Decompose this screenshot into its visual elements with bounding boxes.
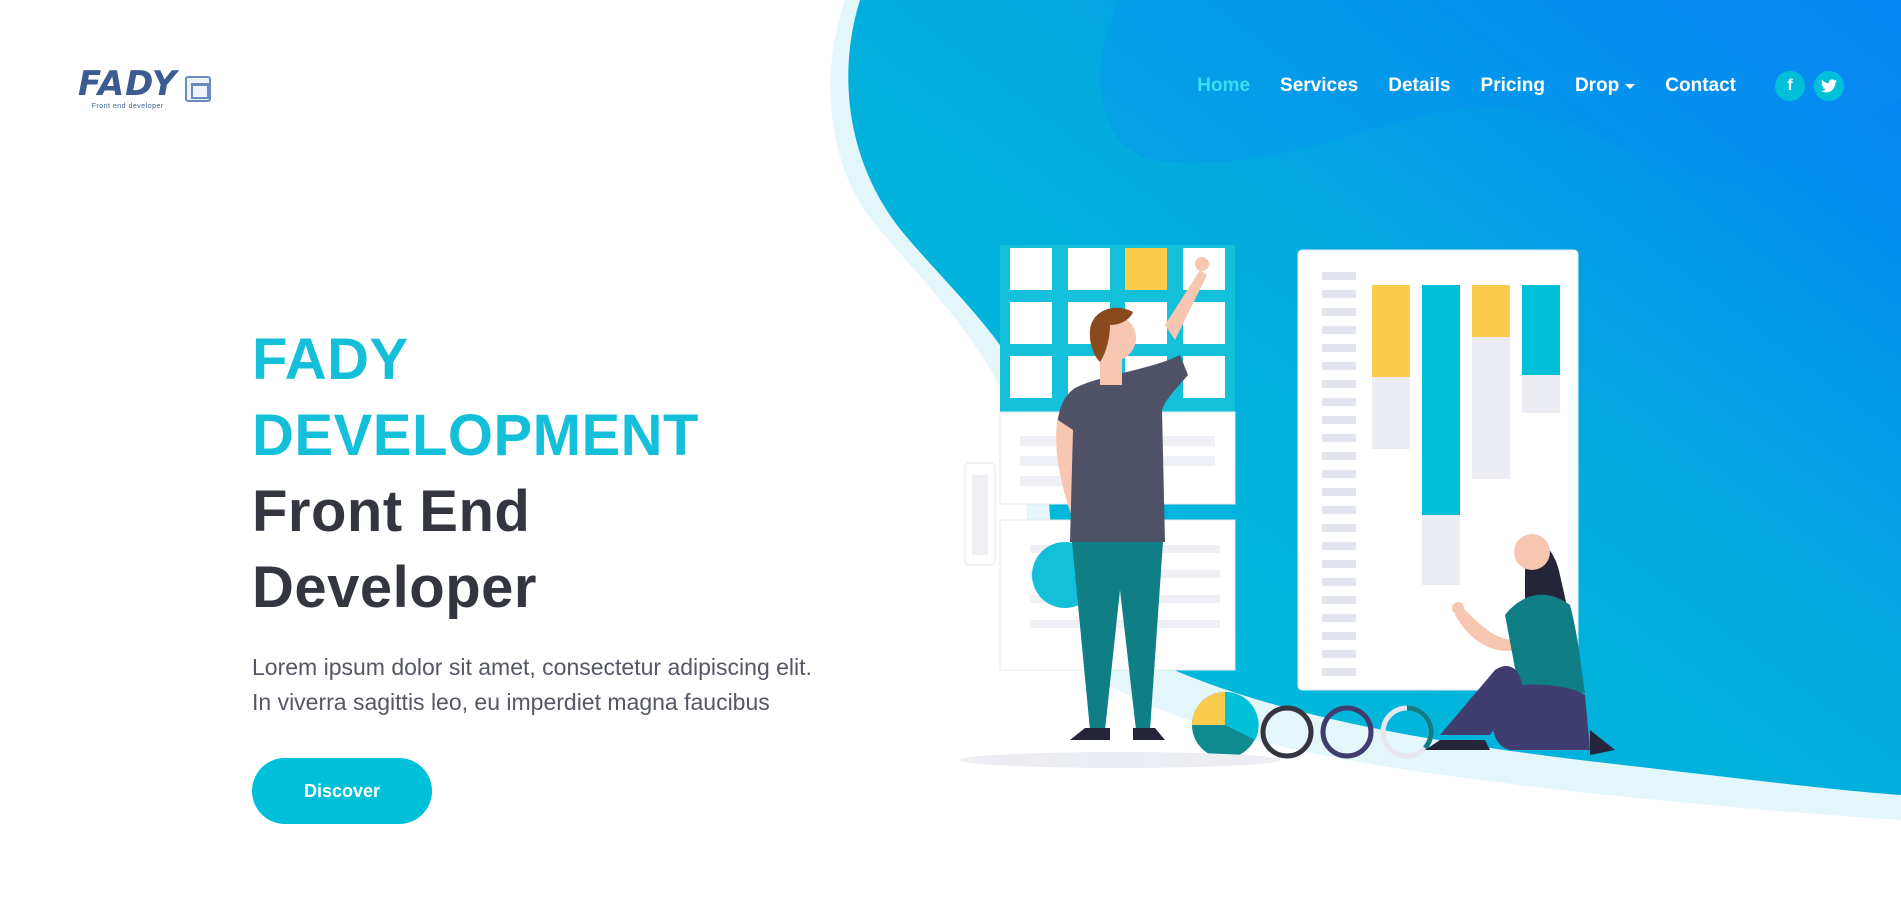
main-nav: Home Services Details Pricing Drop Conta… bbox=[1167, 71, 1844, 101]
logo-tagline: Front end developer bbox=[91, 103, 164, 110]
nav-item-drop[interactable]: Drop bbox=[1574, 75, 1636, 97]
nav-item-drop-label: Drop bbox=[1574, 75, 1620, 96]
hero-lede: Lorem ipsum dolor sit amet, consectetur … bbox=[252, 650, 872, 720]
nav-item-details[interactable]: Details bbox=[1388, 75, 1450, 97]
nav-item-home[interactable]: Home bbox=[1197, 75, 1250, 97]
nav-item-services[interactable]: Services bbox=[1280, 75, 1358, 97]
caret-down-icon bbox=[1625, 83, 1636, 89]
hero-section: FADY DEVELOPMENT Front End Developer Lor… bbox=[252, 322, 872, 824]
nav-item-contact[interactable]: Contact bbox=[1665, 75, 1736, 97]
dashboard-illustration bbox=[960, 245, 1615, 768]
twitter-icon[interactable] bbox=[1814, 71, 1844, 101]
discover-button[interactable]: Discover bbox=[252, 758, 432, 824]
hero-title-line-4: Developer bbox=[252, 555, 537, 620]
nav-item-pricing[interactable]: Pricing bbox=[1481, 75, 1545, 97]
hero-lede-line-2: In viverra sagittis leo, eu imperdiet ma… bbox=[252, 689, 770, 715]
laptop-icon bbox=[185, 76, 212, 102]
social-links: f bbox=[1766, 71, 1844, 101]
hero-title-line-1: FADY bbox=[252, 327, 409, 392]
hero-title-line-3: Front End bbox=[252, 479, 531, 544]
brand-logo[interactable]: FADY Front end developer bbox=[78, 64, 212, 110]
facebook-icon[interactable]: f bbox=[1775, 71, 1805, 101]
hero-title-line-2: DEVELOPMENT bbox=[252, 403, 699, 468]
hero-lede-line-1: Lorem ipsum dolor sit amet, consectetur … bbox=[252, 654, 812, 680]
donut-charts bbox=[1192, 691, 1434, 759]
logo-wordmark: FADY bbox=[78, 64, 178, 104]
